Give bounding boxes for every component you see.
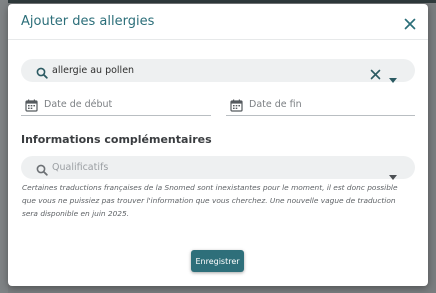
additional-info-heading: Informations complémentaires bbox=[21, 133, 212, 146]
snomed-translation-note: Certaines traductions françaises de la S… bbox=[22, 183, 398, 218]
search-icon bbox=[36, 161, 48, 180]
clear-icon[interactable] bbox=[370, 65, 381, 84]
calendar-icon[interactable] bbox=[25, 97, 38, 116]
end-date-input[interactable] bbox=[249, 96, 399, 112]
calendar-icon[interactable] bbox=[230, 97, 243, 116]
end-date-field[interactable] bbox=[226, 94, 415, 116]
search-icon bbox=[36, 64, 48, 83]
start-date-field[interactable] bbox=[21, 94, 211, 116]
background-panel bbox=[0, 0, 8, 293]
save-button[interactable]: Enregistrer bbox=[191, 250, 244, 272]
dialog-title: Ajouter des allergies bbox=[21, 14, 155, 29]
background-header-bar bbox=[0, 0, 436, 3]
allergy-search-field[interactable] bbox=[21, 59, 415, 84]
qualifiers-input[interactable] bbox=[52, 159, 352, 176]
dialog-header: Ajouter des allergies bbox=[8, 4, 428, 40]
add-allergies-dialog: Ajouter des allergies allergie au pollen… bbox=[8, 4, 428, 286]
qualifiers-field[interactable] bbox=[21, 156, 415, 180]
chevron-down-icon[interactable] bbox=[389, 68, 397, 87]
allergy-search-input[interactable] bbox=[52, 62, 352, 79]
close-icon[interactable] bbox=[404, 15, 416, 30]
start-date-input[interactable] bbox=[44, 96, 194, 112]
